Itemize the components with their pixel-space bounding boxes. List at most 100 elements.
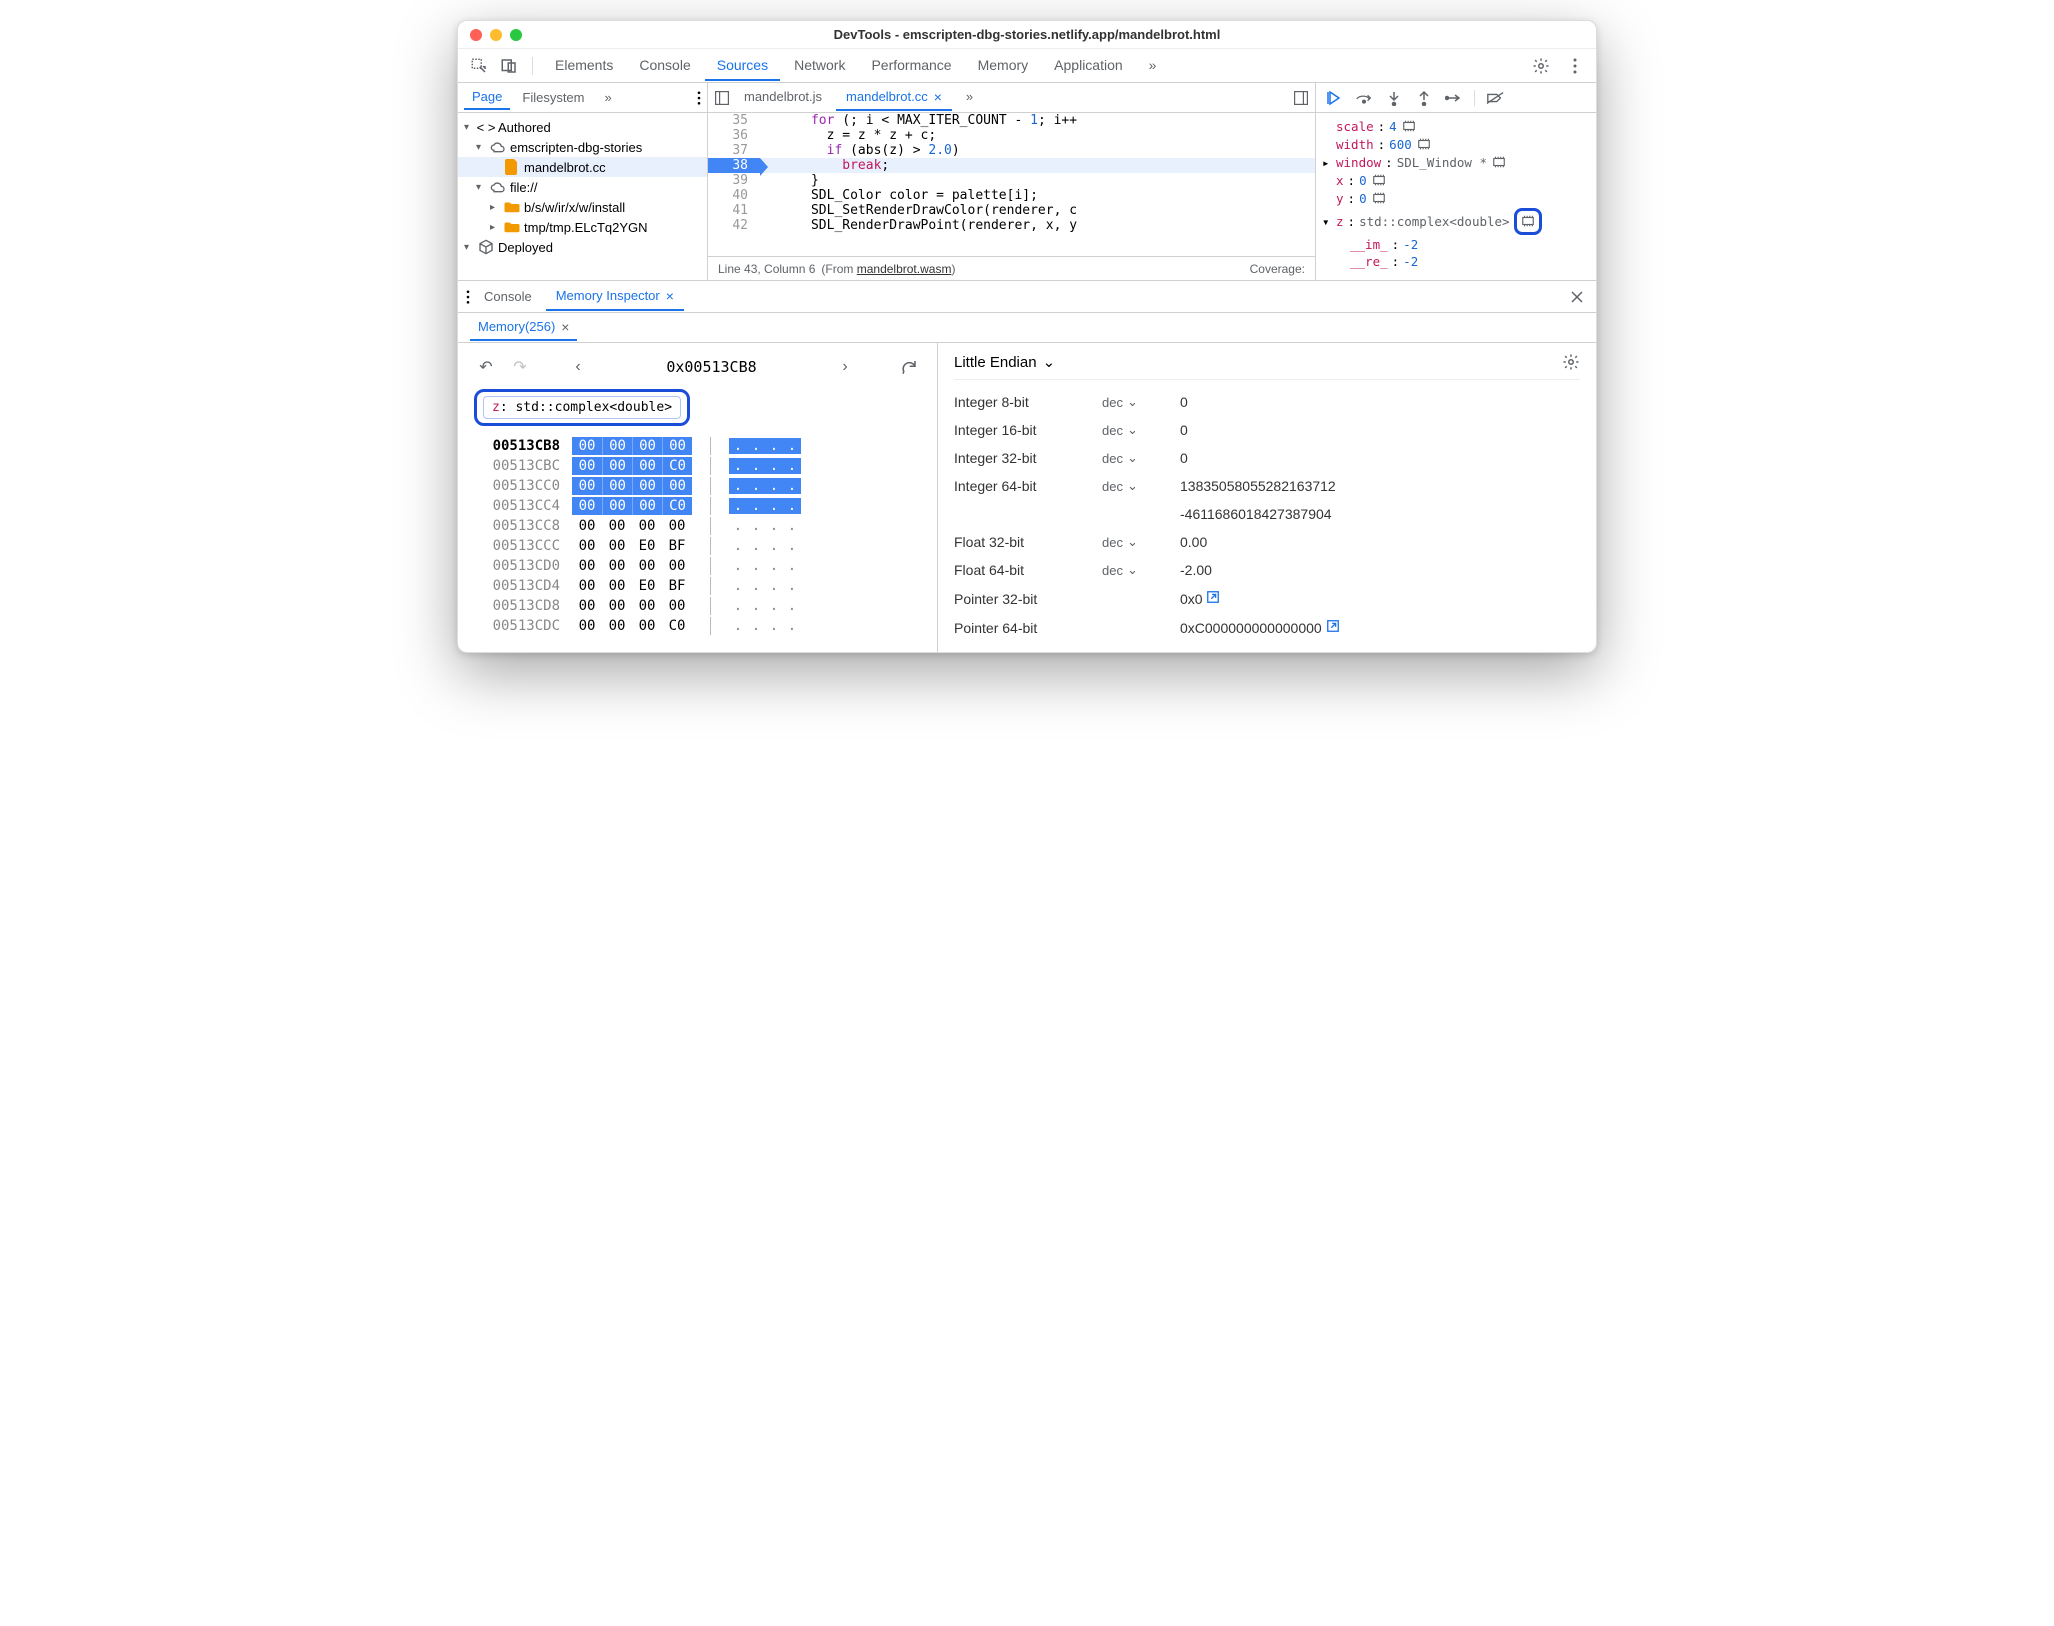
scope-var-y[interactable]: y: 0 (1322, 189, 1590, 207)
resume-icon[interactable] (1324, 88, 1344, 108)
tab-console[interactable]: Console (627, 51, 702, 81)
navigator-tab-more[interactable]: » (597, 86, 620, 109)
scope-var-x[interactable]: x: 0 (1322, 171, 1590, 189)
hex-row[interactable]: 00513CC000000000.... (474, 476, 921, 496)
hex-byte[interactable]: 00 (632, 617, 662, 635)
hex-byte[interactable]: 00 (572, 497, 602, 515)
navigator-tab-page[interactable]: Page (464, 85, 510, 110)
navigator-menu-icon[interactable] (697, 91, 701, 105)
hex-byte[interactable]: 00 (572, 537, 602, 555)
close-tab-icon[interactable]: × (934, 89, 942, 105)
hex-row[interactable]: 00513CBC000000C0.... (474, 456, 921, 476)
tree-folder-install[interactable]: ▸ b/s/w/ir/x/w/install (458, 197, 707, 217)
memory-address-input[interactable] (600, 358, 823, 376)
hex-byte[interactable]: 00 (572, 617, 602, 635)
source-map-link[interactable]: mandelbrot.wasm (857, 262, 952, 276)
show-debugger-icon[interactable] (1293, 90, 1309, 106)
step-out-icon[interactable] (1414, 88, 1434, 108)
memory-icon[interactable] (1416, 136, 1432, 152)
hex-byte[interactable]: 00 (572, 577, 602, 595)
hex-byte[interactable]: 00 (632, 557, 662, 575)
hex-row[interactable]: 00513CCC0000E0BF.... (474, 536, 921, 556)
tab-memory[interactable]: Memory (966, 51, 1041, 81)
tree-domain-emscripten[interactable]: ▾ emscripten-dbg-stories (458, 137, 707, 157)
drawer-menu-icon[interactable] (466, 290, 470, 304)
scope-var-z-re[interactable]: __re_: -2 (1322, 253, 1590, 270)
hex-row[interactable]: 00513CC4000000C0.... (474, 496, 921, 516)
memory-subtab-256[interactable]: Memory(256) × (470, 315, 577, 341)
memory-icon[interactable] (1401, 118, 1417, 134)
hex-byte[interactable]: 00 (572, 517, 602, 535)
tree-file-mandelbrot[interactable]: mandelbrot.cc (458, 157, 707, 177)
hex-row[interactable]: 00513CC800000000.... (474, 516, 921, 536)
drawer-tab-console[interactable]: Console (474, 284, 542, 309)
hex-byte[interactable]: 00 (572, 437, 602, 455)
tab-overflow[interactable]: » (1137, 51, 1169, 81)
hex-byte[interactable]: 00 (632, 597, 662, 615)
hex-byte[interactable]: 00 (572, 597, 602, 615)
step-into-icon[interactable] (1384, 88, 1404, 108)
memory-icon[interactable] (1491, 154, 1507, 170)
jump-to-address-icon[interactable] (1326, 619, 1340, 633)
value-format-selector[interactable]: dec⌄ (1102, 394, 1172, 410)
page-forward-icon[interactable]: › (833, 355, 857, 379)
hex-byte[interactable]: 00 (632, 457, 662, 475)
hex-byte[interactable]: E0 (632, 577, 662, 595)
step-over-icon[interactable] (1354, 88, 1374, 108)
hex-byte[interactable]: 00 (572, 557, 602, 575)
tree-domain-file[interactable]: ▾ file:// (458, 177, 707, 197)
hex-byte[interactable]: C0 (662, 497, 692, 515)
scope-var-scale[interactable]: scale: 4 (1322, 117, 1590, 135)
hex-byte[interactable]: 00 (602, 457, 632, 475)
hex-byte[interactable]: 00 (632, 517, 662, 535)
scope-var-window[interactable]: ▸window: SDL_Window * (1322, 153, 1590, 171)
close-drawer-tab-icon[interactable]: × (666, 288, 674, 304)
jump-to-address-icon[interactable] (1206, 590, 1220, 604)
hex-row[interactable]: 00513CD40000E0BF.... (474, 576, 921, 596)
tab-performance[interactable]: Performance (859, 51, 963, 81)
memory-icon[interactable] (1371, 190, 1387, 206)
close-drawer-icon[interactable] (1566, 286, 1588, 308)
value-settings-icon[interactable] (1562, 353, 1580, 371)
hex-byte[interactable]: 00 (602, 617, 632, 635)
scope-var-z[interactable]: ▾z: std::complex<double> (1322, 207, 1590, 236)
tab-sources[interactable]: Sources (705, 51, 780, 81)
tab-application[interactable]: Application (1042, 51, 1135, 81)
redo-icon[interactable]: ↷ (508, 355, 532, 379)
hex-byte[interactable]: 00 (602, 557, 632, 575)
endian-selector[interactable]: Little Endian ⌄ (954, 353, 1055, 371)
value-format-selector[interactable]: dec⌄ (1102, 478, 1172, 494)
value-format-selector[interactable]: dec⌄ (1102, 562, 1172, 578)
hex-byte[interactable]: 00 (662, 437, 692, 455)
more-menu-icon[interactable] (1562, 53, 1588, 79)
tree-group-deployed[interactable]: ▾ Deployed (458, 237, 707, 257)
memory-icon[interactable] (1371, 172, 1387, 188)
hex-byte[interactable]: 00 (602, 517, 632, 535)
scope-var-width[interactable]: width: 600 (1322, 135, 1590, 153)
hex-byte[interactable]: 00 (602, 597, 632, 615)
undo-icon[interactable]: ↶ (474, 355, 498, 379)
device-toolbar-icon[interactable] (496, 53, 522, 79)
refresh-icon[interactable] (897, 355, 921, 379)
editor-tab-js[interactable]: mandelbrot.js (734, 85, 832, 110)
tab-elements[interactable]: Elements (543, 51, 625, 81)
step-icon[interactable] (1444, 88, 1464, 108)
hex-byte[interactable]: C0 (662, 457, 692, 475)
hex-byte[interactable]: 00 (572, 457, 602, 475)
hex-byte[interactable]: 00 (572, 477, 602, 495)
hex-row[interactable]: 00513CD000000000.... (474, 556, 921, 576)
hex-byte[interactable]: 00 (602, 437, 632, 455)
value-format-selector[interactable]: dec⌄ (1102, 534, 1172, 550)
memory-object-chip[interactable]: z: std::complex<double> (483, 396, 681, 419)
hex-byte[interactable]: 00 (662, 597, 692, 615)
hex-byte[interactable]: C0 (662, 617, 692, 635)
value-format-selector[interactable]: dec⌄ (1102, 422, 1172, 438)
memory-icon[interactable] (1520, 213, 1536, 229)
hex-byte[interactable]: 00 (602, 577, 632, 595)
hex-byte[interactable]: 00 (632, 497, 662, 515)
inspect-element-icon[interactable] (466, 53, 492, 79)
hex-row[interactable]: 00513CB800000000.... (474, 436, 921, 456)
hex-row[interactable]: 00513CDC000000C0.... (474, 616, 921, 636)
navigator-tab-filesystem[interactable]: Filesystem (514, 86, 592, 109)
drawer-tab-memory-inspector[interactable]: Memory Inspector × (546, 283, 684, 311)
